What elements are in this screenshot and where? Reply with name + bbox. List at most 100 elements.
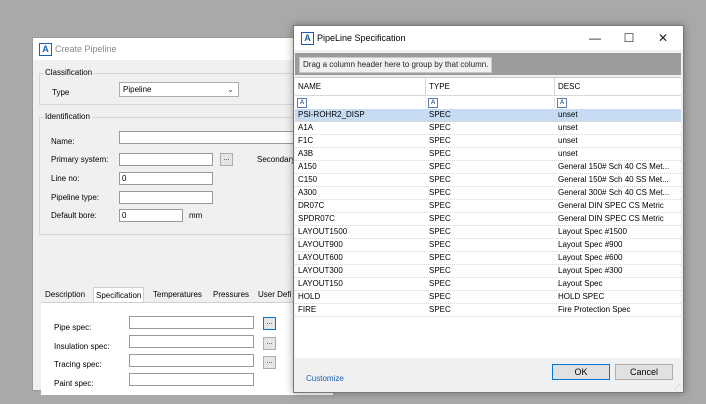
specification-panel: Pipe spec: ... Insulation spec: ... Trac…	[41, 303, 333, 395]
default-bore-field[interactable]: 0	[119, 209, 183, 222]
table-row[interactable]: LAYOUT1500 SPEC Layout Spec #1500	[295, 226, 681, 239]
table-row[interactable]: A3B SPEC unset	[295, 148, 681, 161]
pipeline-spec-titlebar: A PipeLine Specification — ☐ ✕	[294, 26, 683, 50]
paint-spec-field[interactable]	[129, 373, 254, 386]
column-header-desc[interactable]: DESC	[555, 78, 681, 96]
chevron-down-icon: ⌄	[227, 85, 234, 94]
insulation-spec-browse-button[interactable]: ...	[263, 337, 276, 350]
cell-name: F1C	[298, 136, 314, 145]
table-row[interactable]: A300 SPEC General 300# Sch 40 CS Met...	[295, 187, 681, 200]
cell-type: SPEC	[429, 253, 451, 262]
insulation-spec-label: Insulation spec:	[54, 342, 110, 351]
pipe-spec-field[interactable]	[129, 316, 254, 329]
cell-desc: General DIN SPEC CS Metric	[558, 214, 664, 223]
table-row[interactable]: A150 SPEC General 150# Sch 40 CS Met...	[295, 161, 681, 174]
cell-name: HOLD	[298, 292, 321, 301]
cell-type: SPEC	[429, 214, 451, 223]
paint-spec-label: Paint spec:	[54, 379, 94, 388]
cell-name: DR07C	[298, 201, 325, 210]
ok-button[interactable]: OK	[552, 364, 610, 380]
cell-type: SPEC	[429, 240, 451, 249]
pipe-spec-browse-button[interactable]: ...	[263, 317, 276, 330]
spec-grid: NAME TYPE DESC A A A PSI-ROHR2_DISP SPEC u…	[295, 77, 681, 358]
primary-system-field[interactable]	[119, 153, 213, 166]
cell-name: SPDR07C	[298, 214, 335, 223]
table-row[interactable]: SPDR07C SPEC General DIN SPEC CS Metric	[295, 213, 681, 226]
name-label: Name:	[51, 137, 75, 146]
cell-name: PSI-ROHR2_DISP	[298, 110, 365, 119]
tracing-spec-browse-button[interactable]: ...	[263, 356, 276, 369]
pipeline-type-field[interactable]	[119, 191, 213, 204]
cell-name: FIRE	[298, 305, 317, 314]
cell-desc: Fire Protection Spec	[558, 305, 631, 314]
filter-icon[interactable]: A	[557, 98, 567, 108]
cell-name: LAYOUT1500	[298, 227, 348, 236]
cell-type: SPEC	[429, 227, 451, 236]
table-row[interactable]: LAYOUT900 SPEC Layout Spec #900	[295, 239, 681, 252]
cell-type: SPEC	[429, 292, 451, 301]
group-by-area[interactable]: Drag a column header here to group by th…	[295, 53, 681, 75]
cell-type: SPEC	[429, 110, 451, 119]
filter-icon[interactable]: A	[297, 98, 307, 108]
tab-specification[interactable]: Specification	[93, 287, 145, 303]
column-header-name[interactable]: NAME	[295, 78, 426, 96]
cancel-button[interactable]: Cancel	[615, 364, 673, 380]
pipeline-type-label: Pipeline type:	[51, 193, 100, 202]
cell-type: SPEC	[429, 188, 451, 197]
primary-system-label: Primary system:	[51, 155, 109, 164]
filter-cell-type[interactable]: A	[426, 97, 555, 108]
cell-type: SPEC	[429, 149, 451, 158]
table-row[interactable]: PSI-ROHR2_DISP SPEC unset	[295, 109, 681, 122]
tab-temperatures[interactable]: Temperatures	[151, 287, 204, 302]
cell-desc: unset	[558, 123, 578, 132]
tracing-spec-label: Tracing spec:	[54, 360, 102, 369]
line-no-field[interactable]: 0	[119, 172, 213, 185]
window-title: Create Pipeline	[55, 44, 117, 54]
cell-name: A3B	[298, 149, 314, 158]
table-row[interactable]: HOLD SPEC HOLD SPEC	[295, 291, 681, 304]
cell-name: A150	[298, 162, 317, 171]
cell-desc: General 150# Sch 40 CS Met...	[558, 162, 670, 171]
type-label: Type	[52, 88, 70, 97]
cell-type: SPEC	[429, 266, 451, 275]
table-row[interactable]: C150 SPEC General 150# Sch 40 SS Met...	[295, 174, 681, 187]
cell-desc: HOLD SPEC	[558, 292, 605, 301]
type-select[interactable]: Pipeline ⌄	[119, 82, 239, 97]
table-row[interactable]: LAYOUT600 SPEC Layout Spec #600	[295, 252, 681, 265]
cell-desc: unset	[558, 149, 578, 158]
cell-name: C150	[298, 175, 318, 184]
table-row[interactable]: DR07C SPEC General DIN SPEC CS Metric	[295, 200, 681, 213]
close-button[interactable]: ✕	[648, 26, 678, 50]
customize-link[interactable]: Customize	[306, 374, 344, 383]
tab-pressures[interactable]: Pressures	[211, 287, 251, 302]
maximize-button[interactable]: ☐	[614, 26, 644, 50]
insulation-spec-field[interactable]	[129, 335, 254, 348]
filter-cell-desc[interactable]: A	[555, 97, 681, 108]
cell-desc: Layout Spec #1500	[558, 227, 627, 236]
cell-type: SPEC	[429, 136, 451, 145]
table-row[interactable]: LAYOUT300 SPEC Layout Spec #300	[295, 265, 681, 278]
resize-grip-icon[interactable]: ⋰	[674, 383, 681, 391]
cell-desc: Layout Spec #300	[558, 266, 623, 275]
cell-desc: Layout Spec #600	[558, 253, 623, 262]
minimize-button[interactable]: —	[580, 26, 610, 50]
tab-user-defined[interactable]: User Defi	[256, 287, 293, 302]
window-title: PipeLine Specification	[317, 33, 406, 43]
table-row[interactable]: F1C SPEC unset	[295, 135, 681, 148]
primary-system-browse-button[interactable]: ...	[220, 153, 233, 166]
filter-icon[interactable]: A	[428, 98, 438, 108]
table-row[interactable]: A1A SPEC unset	[295, 122, 681, 135]
table-row[interactable]: FIRE SPEC Fire Protection Spec	[295, 304, 681, 317]
tracing-spec-field[interactable]	[129, 354, 254, 367]
cell-type: SPEC	[429, 279, 451, 288]
column-header-type[interactable]: TYPE	[426, 78, 555, 96]
cell-desc: General 150# Sch 40 SS Met...	[558, 175, 669, 184]
tab-description[interactable]: Description	[43, 287, 87, 302]
cell-name: LAYOUT600	[298, 253, 343, 262]
app-icon: A	[301, 32, 314, 45]
cell-desc: unset	[558, 110, 578, 119]
table-row[interactable]: LAYOUT150 SPEC Layout Spec	[295, 278, 681, 291]
identification-label: Identification	[43, 112, 92, 121]
filter-cell-name[interactable]: A	[295, 97, 426, 108]
line-no-label: Line no:	[51, 174, 80, 183]
